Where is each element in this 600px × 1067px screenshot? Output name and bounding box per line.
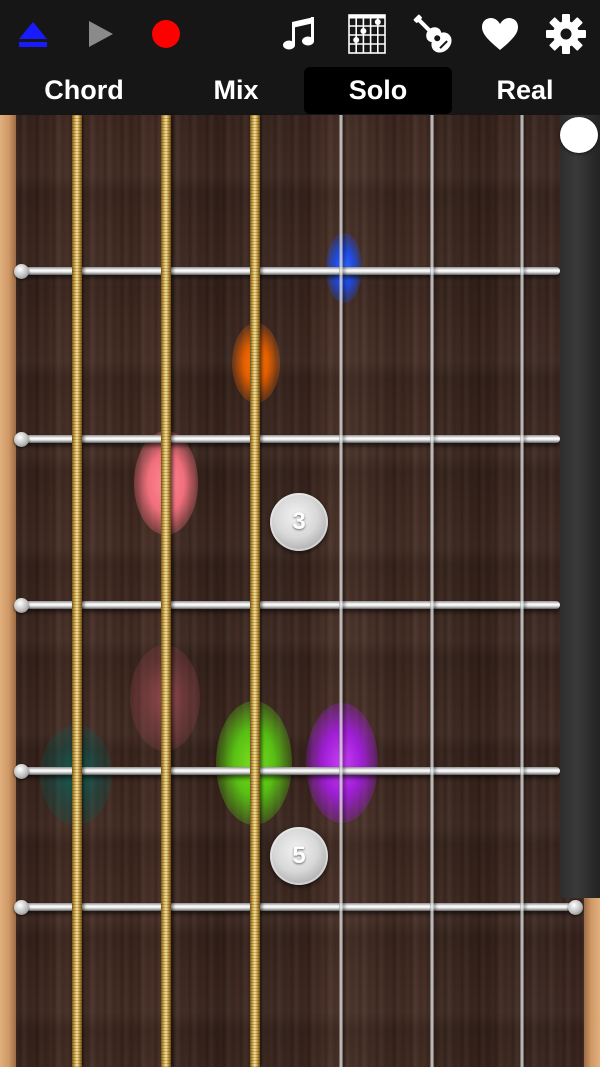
mode-tabs: Chord Mix Solo Real <box>0 66 600 115</box>
guitar-app: Chord Mix Solo Real 3 5 <box>0 0 600 1067</box>
fret-end <box>14 598 29 613</box>
eject-icon[interactable] <box>10 11 56 57</box>
gear-icon[interactable] <box>543 11 589 57</box>
fret-end <box>568 900 583 915</box>
scroll-thumb[interactable] <box>560 117 598 153</box>
guitar-string[interactable] <box>339 115 343 1067</box>
guitar-string[interactable] <box>72 115 82 1067</box>
fretboard-scrollbar[interactable] <box>560 115 600 898</box>
fretboard[interactable]: 3 5 <box>0 115 600 1067</box>
fretboard-edge <box>584 898 600 1067</box>
chord-chart-icon[interactable] <box>344 11 390 57</box>
guitar-string[interactable] <box>430 115 434 1067</box>
fretboard-edge <box>0 115 16 1067</box>
record-icon[interactable] <box>143 11 189 57</box>
fret-marker: 5 <box>270 827 328 885</box>
fret-end <box>14 900 29 915</box>
fret-end <box>14 764 29 779</box>
fret <box>16 903 578 911</box>
fret-end <box>14 432 29 447</box>
fret <box>16 435 560 443</box>
heart-icon[interactable] <box>477 11 523 57</box>
toolbar <box>0 0 600 66</box>
fret <box>16 767 560 775</box>
tab-mix[interactable]: Mix <box>162 67 310 114</box>
guitar-string[interactable] <box>250 115 260 1067</box>
fret <box>16 267 560 275</box>
music-note-icon[interactable] <box>276 11 322 57</box>
fret <box>16 601 560 609</box>
tab-real[interactable]: Real <box>451 67 599 114</box>
play-icon[interactable] <box>77 11 123 57</box>
guitar-string[interactable] <box>520 115 524 1067</box>
guitar-string[interactable] <box>161 115 171 1067</box>
guitar-icon[interactable] <box>410 11 456 57</box>
tab-chord[interactable]: Chord <box>10 67 158 114</box>
fret-end <box>14 264 29 279</box>
tab-solo[interactable]: Solo <box>304 67 452 114</box>
fret-marker: 3 <box>270 493 328 551</box>
